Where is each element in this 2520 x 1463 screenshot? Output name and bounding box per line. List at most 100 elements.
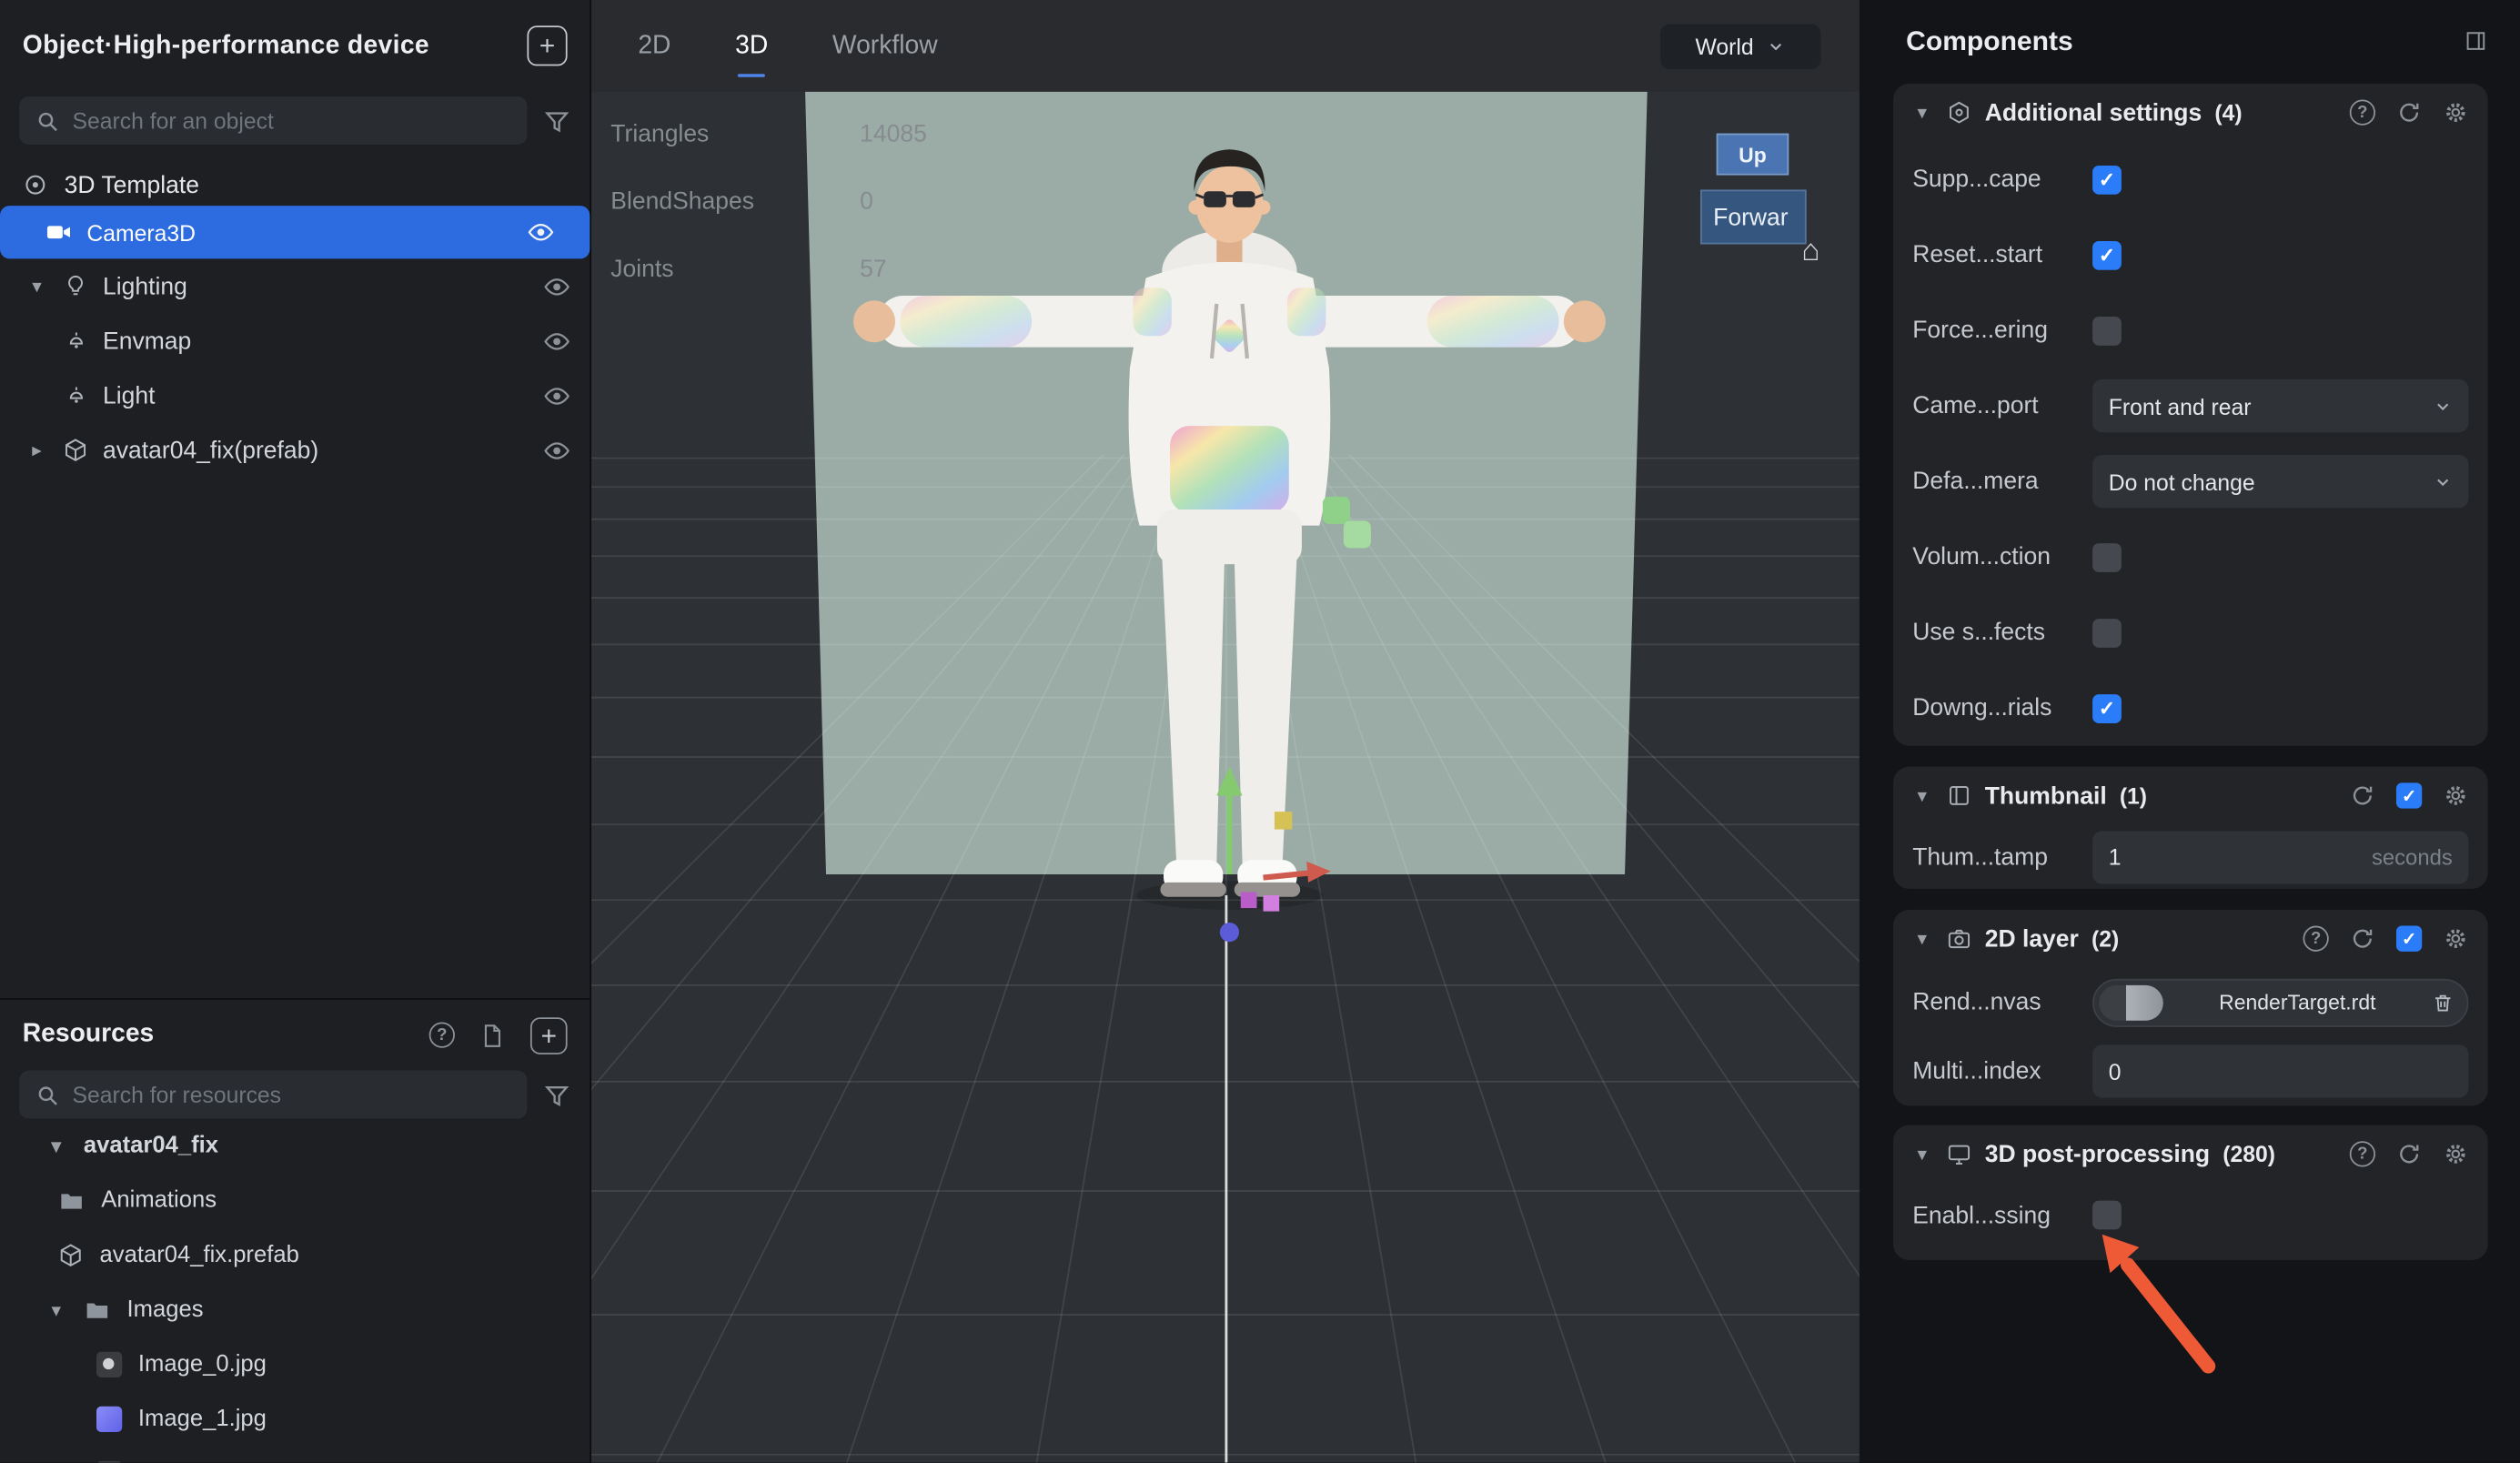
filter-icon[interactable] <box>543 1081 570 1108</box>
resource-item-image1-sampler[interactable]: Image_1.jpg sampler <box>0 1447 590 1463</box>
resource-item-image1[interactable]: Image_1.jpg <box>0 1392 590 1447</box>
image-thumbnail <box>96 1407 122 1432</box>
asset-thumbnail <box>2099 984 2163 1020</box>
tab-workflow[interactable]: Workflow <box>832 31 938 60</box>
resource-label: avatar04_fix.prefab <box>100 1243 299 1268</box>
resource-search-box[interactable] <box>19 1071 527 1119</box>
multi-index-field[interactable] <box>2092 1044 2468 1097</box>
property-label: Downg...rials <box>1912 694 2092 721</box>
checkbox[interactable] <box>2092 316 2122 345</box>
section-thumbnail: Thumbnail (1) Thum...tamp seconds <box>1893 767 2488 889</box>
help-icon[interactable] <box>429 1023 455 1048</box>
world-space-dropdown[interactable]: World <box>1660 24 1821 68</box>
chevron-down-icon[interactable] <box>1910 927 1933 950</box>
chevron-down-icon[interactable] <box>1910 1143 1933 1165</box>
chevron-down-icon[interactable] <box>1910 101 1933 124</box>
help-icon[interactable] <box>2303 926 2329 952</box>
lighting-icon <box>63 273 88 298</box>
stat-label: BlendShapes <box>610 187 860 215</box>
reset-icon[interactable] <box>2350 926 2375 952</box>
tree-item-lighting[interactable]: Lighting <box>0 258 590 313</box>
multi-index-input[interactable] <box>2109 1058 2453 1084</box>
chevron-right-icon[interactable] <box>25 439 48 461</box>
viewport-3d[interactable]: 2D 3D Workflow World <box>591 0 1860 1463</box>
gear-icon[interactable] <box>2443 926 2468 952</box>
resource-item-animations[interactable]: Animations <box>0 1174 590 1228</box>
chevron-down-icon[interactable] <box>45 1135 67 1157</box>
reset-icon[interactable] <box>2396 1141 2422 1166</box>
visibility-icon[interactable] <box>543 382 570 409</box>
chevron-down-icon[interactable] <box>1910 784 1933 807</box>
section-enabled-checkbox[interactable] <box>2396 782 2422 808</box>
panel-collapse-icon[interactable] <box>2464 29 2487 53</box>
visibility-icon[interactable] <box>527 218 554 246</box>
trash-icon[interactable] <box>2432 991 2454 1014</box>
enable-post-processing-checkbox[interactable] <box>2092 1201 2122 1230</box>
tree-item-envmap[interactable]: Envmap <box>0 313 590 368</box>
reset-icon[interactable] <box>2350 782 2375 808</box>
checkbox[interactable] <box>2092 618 2122 647</box>
checkbox[interactable] <box>2092 240 2122 269</box>
filter-icon[interactable] <box>543 106 570 134</box>
camera-port-select[interactable]: Front and rear <box>2092 379 2468 432</box>
new-file-icon[interactable] <box>479 1022 506 1049</box>
gear-icon[interactable] <box>2443 782 2468 808</box>
thumbnail-icon <box>1946 782 1971 808</box>
checkbox[interactable] <box>2092 165 2122 194</box>
chevron-down-icon[interactable] <box>45 1298 67 1321</box>
default-camera-select[interactable]: Do not change <box>2092 455 2468 508</box>
tab-3d[interactable]: 3D <box>735 31 768 60</box>
reset-icon[interactable] <box>2396 100 2422 126</box>
viewport-topbar: 2D 3D Workflow World <box>591 0 1860 92</box>
navcube-up-face[interactable]: Up <box>1717 134 1789 176</box>
tree-item-avatar-prefab[interactable]: avatar04_fix(prefab) <box>0 423 590 478</box>
resource-search-input[interactable] <box>72 1082 510 1107</box>
navcube-forward-face[interactable]: Forwar <box>1700 189 1807 244</box>
section-enabled-checkbox[interactable] <box>2396 926 2422 952</box>
tree-item-camera3d[interactable]: Camera3D <box>0 206 590 258</box>
render-target-asset[interactable]: RenderTarget.rdt <box>2092 978 2468 1026</box>
object-search-input[interactable] <box>72 107 510 133</box>
add-object-button[interactable] <box>527 25 567 66</box>
camera-photo-icon <box>1946 926 1971 952</box>
search-icon <box>35 1083 59 1106</box>
chevron-down-icon <box>2434 396 2453 415</box>
gear-icon[interactable] <box>2443 1141 2468 1166</box>
visibility-icon[interactable] <box>543 272 570 299</box>
select-value: Do not change <box>2109 469 2255 494</box>
object-search-box[interactable] <box>19 96 527 145</box>
monitor-icon <box>1946 1141 1971 1166</box>
resource-item-image0[interactable]: Image_0.jpg <box>0 1337 590 1392</box>
property-row: Force...ering <box>1893 293 2488 368</box>
section-header[interactable]: Thumbnail (1) <box>1893 767 2488 825</box>
checkbox[interactable] <box>2092 542 2122 571</box>
help-icon[interactable] <box>2350 1141 2375 1166</box>
resource-item-avatar-prefab[interactable]: avatar04_fix.prefab <box>0 1228 590 1283</box>
component-hexagon-icon <box>1946 100 1971 126</box>
home-view-icon[interactable] <box>1801 235 1819 270</box>
section-count: (280) <box>2223 1141 2275 1166</box>
resource-item-avatar04-fix[interactable]: avatar04_fix <box>0 1135 590 1173</box>
tree-item-light[interactable]: Light <box>0 368 590 423</box>
lamp-icon <box>65 383 88 407</box>
add-resource-button[interactable] <box>530 1016 568 1054</box>
chevron-down-icon[interactable] <box>25 275 48 298</box>
thumbnail-timestamp-field[interactable]: seconds <box>2092 830 2468 883</box>
section-header[interactable]: Additional settings (4) <box>1893 84 2488 142</box>
tree-item-label: Envmap <box>103 327 191 354</box>
tab-2d[interactable]: 2D <box>638 31 670 60</box>
section-header[interactable]: 3D post-processing (280) <box>1893 1125 2488 1184</box>
resource-search-row <box>0 1071 590 1119</box>
gear-icon[interactable] <box>2443 100 2468 126</box>
resource-item-images-folder[interactable]: Images <box>0 1283 590 1337</box>
section-header[interactable]: 2D layer (2) <box>1893 910 2488 968</box>
section-count: (4) <box>2214 100 2242 126</box>
thumbnail-timestamp-input[interactable] <box>2109 843 2372 869</box>
property-row: Thum...tamp seconds <box>1893 824 2488 889</box>
visibility-icon[interactable] <box>543 327 570 354</box>
help-icon[interactable] <box>2350 100 2375 126</box>
checkbox[interactable] <box>2092 693 2122 722</box>
visibility-icon[interactable] <box>543 437 570 464</box>
stat-label: Triangles <box>610 120 860 147</box>
stat-value: 57 <box>860 255 886 282</box>
